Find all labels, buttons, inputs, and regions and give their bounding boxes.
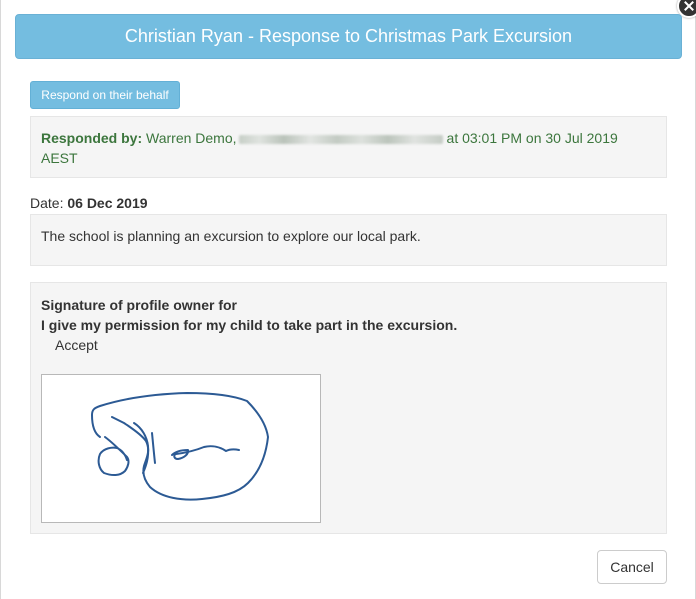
permission-question: I give my permission for my child to tak… xyxy=(41,317,458,333)
signature-heading: Signature of profile owner for xyxy=(41,297,238,313)
signature-strokes xyxy=(91,392,269,501)
responded-timezone: AEST xyxy=(41,150,78,166)
signature-canvas xyxy=(41,374,321,523)
responded-info-panel: Responded by: Warren Demo, at 03:01 PM on… xyxy=(30,116,667,178)
description-panel: The school is planning an excursion to e… xyxy=(30,214,667,266)
date-label: Date: xyxy=(30,195,64,211)
date-value: 06 Dec 2019 xyxy=(67,195,148,211)
redacted-email xyxy=(238,134,443,144)
responded-by-label: Responded by: xyxy=(41,130,143,146)
answer-accept: Accept xyxy=(55,337,98,353)
cancel-button[interactable]: Cancel xyxy=(597,550,667,584)
response-modal: Christian Ryan - Response to Christmas P… xyxy=(0,0,696,599)
responded-time: at 03:01 PM on 30 Jul 2019 xyxy=(446,130,618,146)
responder-name: Warren Demo, xyxy=(146,130,237,146)
modal-header: Christian Ryan - Response to Christmas P… xyxy=(15,14,682,59)
respond-on-behalf-button[interactable]: Respond on their behalf xyxy=(30,81,180,109)
signature-panel: Signature of profile owner for I give my… xyxy=(30,282,667,534)
description-text: The school is planning an excursion to e… xyxy=(41,228,421,244)
modal-title: Christian Ryan - Response to Christmas P… xyxy=(124,26,573,46)
signature-drawing xyxy=(91,392,269,501)
date-line: Date: 06 Dec 2019 xyxy=(30,195,148,211)
